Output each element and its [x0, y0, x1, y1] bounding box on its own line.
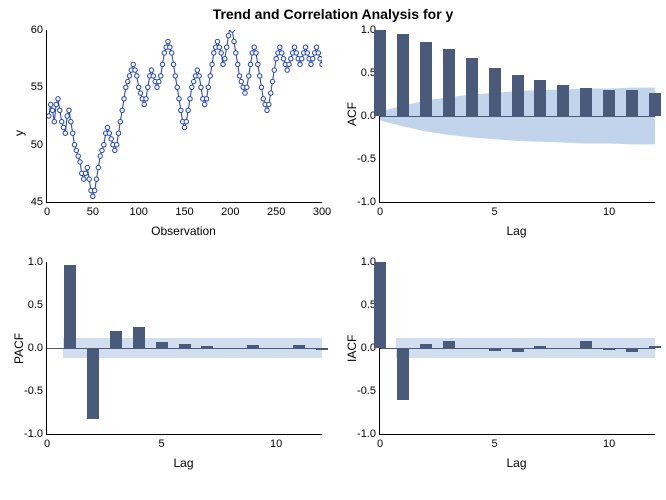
tick-x: 150	[175, 202, 193, 218]
tick-x: 50	[87, 202, 99, 218]
cf-bar	[603, 348, 615, 350]
cf-bar	[316, 348, 328, 350]
figure: Trend and Correlation Analysis for y y 4…	[0, 0, 666, 500]
tick-x: 5	[159, 434, 165, 450]
acf-plot-area: -1.0-0.50.00.51.00510	[379, 30, 655, 203]
cf-bar	[603, 90, 615, 116]
cf-bar	[110, 331, 122, 348]
tick-y: -0.5	[357, 385, 380, 397]
cf-bar	[626, 348, 638, 352]
cf-bar	[87, 348, 99, 419]
cf-bar	[512, 348, 524, 352]
tick-y: -0.5	[24, 385, 47, 397]
tick-x: 300	[313, 202, 331, 218]
ts-xlabel: Observation	[46, 224, 321, 238]
cf-bar	[64, 265, 76, 348]
iacf-xlabel: Lag	[379, 456, 654, 470]
tick-x: 0	[377, 434, 383, 450]
tick-x: 10	[270, 434, 282, 450]
ts-plot-area: 45505560050100150200250300	[46, 30, 322, 203]
acf-ylabel: ACF	[345, 102, 359, 126]
cf-bar	[374, 30, 386, 116]
panel-pacf: PACF -1.0-0.50.00.51.00510 Lag	[0, 258, 333, 476]
tick-y: 50	[31, 139, 47, 151]
tick-x: 0	[377, 202, 383, 218]
cf-bar	[512, 75, 524, 116]
tick-x: 200	[221, 202, 239, 218]
cf-bar	[466, 58, 478, 116]
tick-x: 250	[267, 202, 285, 218]
cf-bar	[247, 345, 259, 348]
cf-bar	[580, 341, 592, 348]
panel-iacf: IACF -1.0-0.50.00.51.00510 Lag	[333, 258, 666, 476]
tick-y: 0.0	[28, 342, 47, 354]
cf-bar	[534, 346, 546, 348]
tick-y: 1.0	[28, 256, 47, 268]
pacf-xlabel: Lag	[46, 456, 321, 470]
tick-x: 5	[492, 202, 498, 218]
cf-bar	[156, 342, 168, 348]
cf-bar	[420, 344, 432, 348]
tick-x: 0	[44, 434, 50, 450]
tick-x: 0	[44, 202, 50, 218]
cf-bar	[626, 90, 638, 116]
tick-x: 10	[603, 434, 615, 450]
iacf-plot-area: -1.0-0.50.00.51.00510	[379, 262, 655, 435]
tick-y: -0.5	[357, 153, 380, 165]
cf-bar	[179, 344, 191, 348]
figure-title: Trend and Correlation Analysis for y	[0, 6, 666, 22]
cf-bar	[489, 68, 501, 116]
cf-bar	[443, 341, 455, 348]
cf-bar	[557, 85, 569, 116]
cf-bar	[649, 93, 661, 116]
acf-xlabel: Lag	[379, 224, 654, 238]
cf-bar	[374, 262, 386, 348]
cf-bar	[649, 346, 661, 348]
panel-acf: ACF -1.0-0.50.00.51.00510 Lag	[333, 26, 666, 244]
tick-y: 0.5	[28, 299, 47, 311]
cf-bar	[420, 42, 432, 116]
ts-line	[47, 30, 322, 202]
cf-bar	[397, 34, 409, 116]
tick-y: 55	[31, 81, 47, 93]
cf-bar	[443, 49, 455, 116]
cf-bar	[580, 88, 592, 116]
pacf-plot-area: -1.0-0.50.00.51.00510	[46, 262, 322, 435]
cf-bar	[534, 80, 546, 116]
tick-x: 100	[129, 202, 147, 218]
ts-ylabel: y	[12, 130, 26, 136]
iacf-ylabel: IACF	[345, 335, 359, 362]
cf-bar	[133, 327, 145, 349]
cf-bar	[397, 348, 409, 400]
cf-bar	[489, 348, 501, 351]
tick-x: 5	[492, 434, 498, 450]
panel-ts: y 45505560050100150200250300 Observation	[0, 26, 333, 244]
pacf-ylabel: PACF	[12, 333, 26, 364]
cf-bar	[201, 346, 213, 348]
tick-x: 10	[603, 202, 615, 218]
tick-y: 60	[31, 24, 47, 36]
cf-bar	[293, 345, 305, 348]
